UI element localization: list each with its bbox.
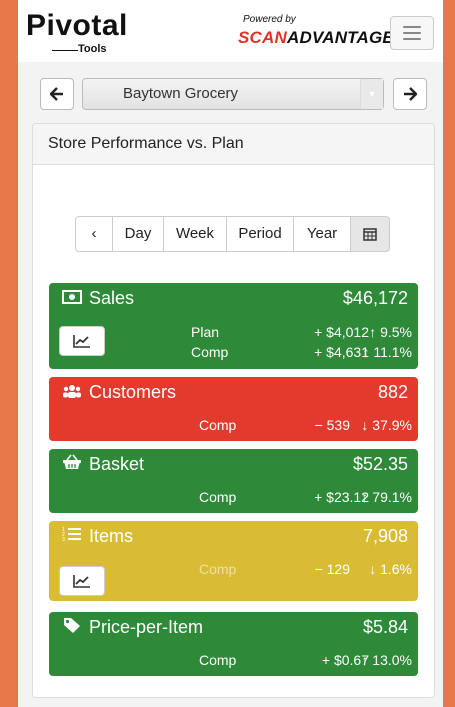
customers-value: 882 bbox=[377, 382, 408, 402]
line-chart-icon bbox=[73, 335, 90, 348]
basket-value: $52.35 bbox=[352, 454, 408, 474]
customers-card[interactable]: Customers 882 Comp − 539 ↓ 37.9% bbox=[49, 377, 418, 441]
items-card[interactable]: 123 Items 7,908 Comp − 129 ↓ 1.6% bbox=[49, 521, 418, 601]
items-chart-button[interactable] bbox=[59, 566, 105, 596]
calendar-button[interactable] bbox=[350, 216, 390, 252]
tab-week[interactable]: Week bbox=[163, 216, 227, 252]
customers-comp-label: Comp bbox=[199, 417, 237, 433]
tab-year[interactable]: Year bbox=[293, 216, 351, 252]
items-comp-value: − 129 bbox=[314, 561, 350, 577]
price-per-item-comp-pct: ↑ 13.0% bbox=[361, 652, 412, 668]
svg-text:3: 3 bbox=[62, 537, 65, 542]
customers-comp-value: − 539 bbox=[314, 417, 350, 433]
basket-title: Basket bbox=[89, 454, 145, 474]
calendar-icon bbox=[363, 228, 377, 241]
numbered-list-icon: 123 bbox=[61, 526, 83, 546]
logo-subtext: Tools bbox=[78, 43, 107, 55]
price-per-item-card[interactable]: Price-per-Item $5.84 Comp + $0.67 ↑ 13.0… bbox=[49, 612, 418, 676]
hamburger-menu-button[interactable] bbox=[390, 16, 434, 50]
hamburger-icon bbox=[403, 26, 421, 28]
items-comp-pct: ↓ 1.6% bbox=[369, 561, 412, 577]
pivotal-tools-logo: Pivotal Tools bbox=[26, 10, 136, 58]
basket-comp-pct: ↑ 79.1% bbox=[361, 489, 412, 505]
prev-store-button[interactable] bbox=[40, 78, 74, 110]
sales-card[interactable]: Sales $46,172 Plan + $4,012 ↑ 9.5% Comp … bbox=[49, 283, 418, 369]
sales-value: $46,172 bbox=[342, 288, 408, 308]
performance-panel: Store Performance vs. Plan ‹ Day Week Pe… bbox=[32, 123, 435, 698]
arrow-left-icon bbox=[50, 87, 63, 101]
items-comp-label: Comp bbox=[199, 561, 237, 577]
arrow-right-icon bbox=[404, 87, 417, 101]
line-chart-icon bbox=[73, 575, 90, 588]
sales-comp-pct: ↑ 11.1% bbox=[362, 344, 412, 360]
tab-day[interactable]: Day bbox=[112, 216, 164, 252]
store-select[interactable]: Baytown Grocery ▼ bbox=[82, 78, 384, 110]
sales-comp-label: Comp bbox=[191, 344, 229, 360]
customers-comp-pct: ↓ 37.9% bbox=[361, 417, 412, 433]
sales-plan-label: Plan bbox=[191, 324, 220, 340]
logo-text: Pivotal bbox=[26, 9, 128, 42]
items-title: Items bbox=[89, 526, 134, 546]
shopping-basket-icon bbox=[61, 454, 83, 474]
tab-period[interactable]: Period bbox=[226, 216, 294, 252]
period-selector: ‹ Day Week Period Year bbox=[75, 216, 390, 252]
scanadvantage-logo: SCANADVANTAGE bbox=[238, 28, 394, 47]
price-per-item-title: Price-per-Item bbox=[89, 617, 204, 637]
money-icon bbox=[61, 290, 83, 308]
basket-card[interactable]: Basket $52.35 Comp + $23.12 ↑ 79.1% bbox=[49, 449, 418, 513]
prev-period-button[interactable]: ‹ bbox=[75, 216, 113, 252]
next-store-button[interactable] bbox=[393, 78, 427, 110]
store-navigation: Baytown Grocery ▼ bbox=[40, 78, 427, 110]
basket-comp-label: Comp bbox=[199, 489, 237, 505]
store-name: Baytown Grocery bbox=[123, 85, 239, 102]
header: Pivotal Tools Powered by SCANADVANTAGE bbox=[18, 0, 443, 62]
app: Pivotal Tools Powered by SCANADVANTAGE B… bbox=[18, 0, 443, 707]
customers-title: Customers bbox=[89, 382, 177, 402]
chevron-down-icon: ▼ bbox=[360, 79, 383, 109]
panel-title: Store Performance vs. Plan bbox=[33, 124, 434, 165]
price-per-item-value: $5.84 bbox=[362, 617, 408, 637]
sales-chart-button[interactable] bbox=[59, 326, 105, 356]
items-value: 7,908 bbox=[362, 526, 408, 546]
users-icon bbox=[61, 384, 83, 402]
powered-by-label: Powered by bbox=[243, 14, 296, 25]
sales-title: Sales bbox=[89, 288, 135, 308]
tag-icon bbox=[61, 617, 83, 637]
price-per-item-comp-label: Comp bbox=[199, 652, 237, 668]
sales-plan-pct: ↑ 9.5% bbox=[369, 324, 412, 340]
